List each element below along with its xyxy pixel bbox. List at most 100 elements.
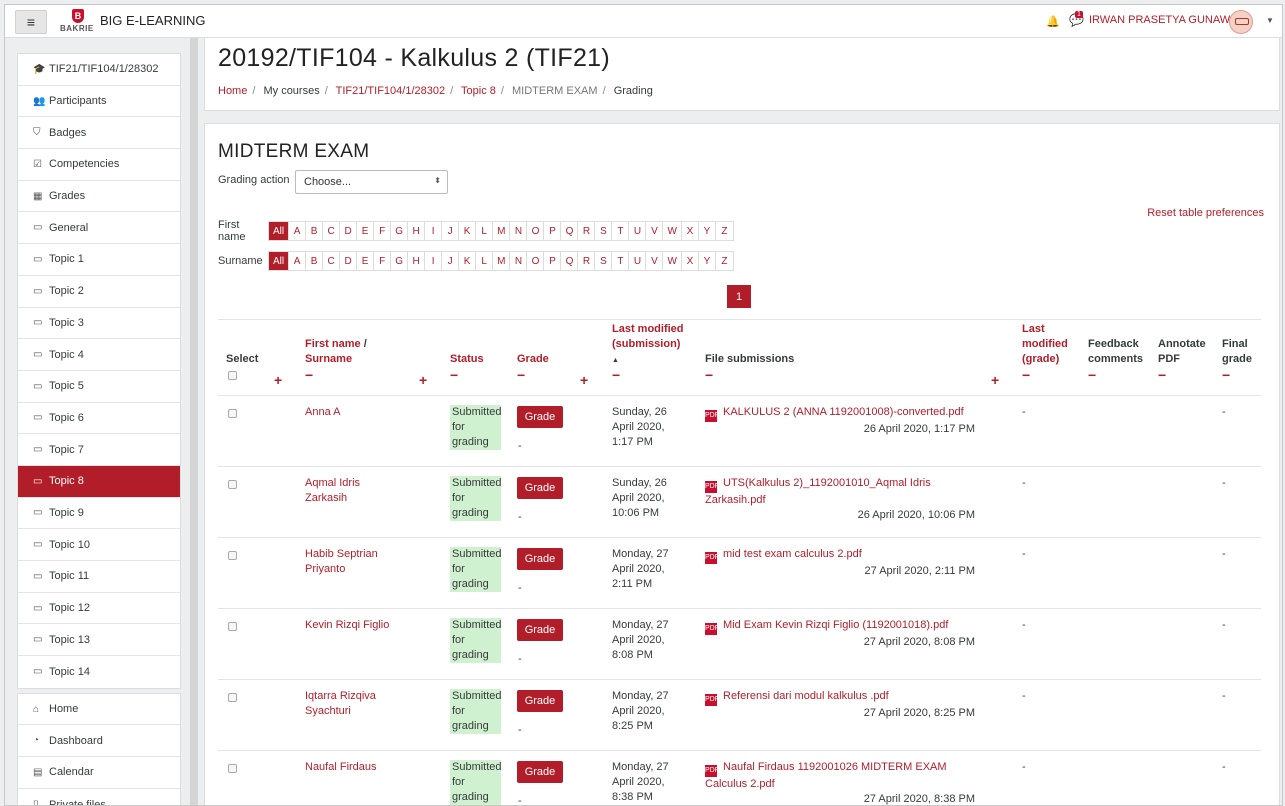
student-name-link[interactable]: Anna A (305, 405, 400, 420)
surname-letter-r[interactable]: R (578, 252, 596, 270)
message-icon[interactable]: 💬 1 (1069, 11, 1084, 27)
checkbox-box[interactable] (228, 622, 237, 631)
first-name-letter-s[interactable]: S (595, 222, 613, 240)
first-name-letter-h[interactable]: H (408, 222, 426, 240)
sidebar-item-topic-13[interactable]: ▭ Topic 13 (18, 624, 180, 657)
hamburger-icon[interactable]: ≡ (15, 10, 47, 34)
first-name-letter-z[interactable]: Z (716, 222, 733, 240)
surname-letter-z[interactable]: Z (716, 252, 733, 270)
sort-first-name-link[interactable]: First name (305, 338, 361, 350)
sidebar-item-topic-6[interactable]: ▭ Topic 6 (18, 403, 180, 435)
first-name-letter-q[interactable]: Q (561, 222, 579, 240)
expand-files-icon[interactable]: + (991, 372, 999, 388)
row-select-checkbox[interactable] (228, 408, 237, 423)
sidebar-item-topic-2[interactable]: ▭ Topic 2 (18, 276, 180, 308)
grade-button[interactable]: Grade (517, 548, 563, 570)
sidebar-item-grades[interactable]: ▦ Grades (18, 181, 180, 213)
student-name-link[interactable]: Naufal Firdaus (305, 760, 400, 775)
checkbox-box[interactable] (228, 480, 237, 489)
surname-letter-m[interactable]: M (493, 252, 511, 270)
student-name-link[interactable]: Kevin Rizqi Figlio (305, 618, 400, 633)
chevron-down-icon[interactable]: ▼ (1266, 16, 1274, 25)
surname-letter-i[interactable]: I (425, 252, 443, 270)
row-select-checkbox[interactable] (228, 550, 237, 565)
sort-grade-link[interactable]: Grade (517, 353, 549, 365)
checkbox-box[interactable] (228, 551, 237, 560)
sidebar-item-topic-7[interactable]: ▭ Topic 7 (18, 434, 180, 466)
file-link[interactable]: UTS(Kalkulus 2)_1192001010_Aqmal Idris Z… (705, 477, 931, 506)
student-name-link[interactable]: Habib Septrian Priyanto (305, 547, 400, 577)
surname-letter-t[interactable]: T (612, 252, 630, 270)
surname-letter-d[interactable]: D (340, 252, 358, 270)
student-name-link[interactable]: Iqtarra Rizqiva Syachturi (305, 689, 400, 719)
file-link[interactable]: mid test exam calculus 2.pdf (723, 548, 862, 560)
file-link[interactable]: KALKULUS 2 (ANNA 1192001008)-converted.p… (723, 406, 964, 418)
surname-letter-p[interactable]: P (544, 252, 562, 270)
first-name-letter-y[interactable]: Y (699, 222, 716, 240)
sort-last-modified-link[interactable]: Last modified (submission) (612, 323, 684, 350)
site-logo[interactable]: B BAKRIE (60, 9, 98, 35)
bell-icon[interactable]: 🔔 (1046, 15, 1060, 28)
first-name-letter-v[interactable]: V (646, 222, 664, 240)
checkbox-box[interactable] (228, 409, 237, 418)
row-select-checkbox[interactable] (228, 479, 237, 494)
row-select-checkbox[interactable] (228, 621, 237, 636)
user-name[interactable]: IRWAN PRASETYA GUNAWAN (1089, 14, 1245, 26)
surname-letter-q[interactable]: Q (561, 252, 579, 270)
first-name-letter-j[interactable]: J (442, 222, 460, 240)
first-name-letter-g[interactable]: G (391, 222, 409, 240)
row-select-checkbox[interactable] (228, 763, 237, 778)
grade-button[interactable]: Grade (517, 406, 563, 428)
sort-surname-link[interactable]: Surname (305, 353, 352, 365)
row-select-checkbox[interactable] (228, 692, 237, 707)
expand-name-icon[interactable]: + (419, 372, 427, 388)
surname-letter-x[interactable]: X (682, 252, 699, 270)
breadcrumb-assignment[interactable]: MIDTERM EXAM (512, 85, 598, 97)
surname-letter-n[interactable]: N (510, 252, 528, 270)
surname-letter-e[interactable]: E (357, 252, 375, 270)
sidebar-item-topic-8[interactable]: ▭ Topic 8 (18, 465, 180, 498)
surname-letter-f[interactable]: F (374, 252, 392, 270)
surname-letter-o[interactable]: O (527, 252, 545, 270)
surname-letter-a[interactable]: A (289, 252, 307, 270)
surname-letter-l[interactable]: L (476, 252, 494, 270)
file-link[interactable]: Naufal Firdaus 1192001026 MIDTERM EXAM C… (705, 761, 947, 790)
site-name[interactable]: BIG E-LEARNING (100, 13, 205, 28)
first-name-letter-a[interactable]: A (289, 222, 307, 240)
surname-letter-w[interactable]: W (663, 252, 682, 270)
first-name-letter-n[interactable]: N (510, 222, 528, 240)
sort-grade-modified-link[interactable]: Last modified (grade) (1022, 323, 1068, 365)
select-all-checkbox[interactable] (228, 370, 237, 385)
avatar[interactable] (1229, 10, 1253, 34)
sidebar-item-topic-1[interactable]: ▭ Topic 1 (18, 244, 180, 276)
file-link[interactable]: Referensi dari modul kalkulus .pdf (723, 690, 889, 702)
surname-letter-j[interactable]: J (442, 252, 460, 270)
sidebar-item-topic-11[interactable]: ▭ Topic 11 (18, 561, 180, 593)
sidebar-item-topic-3[interactable]: ▭ Topic 3 (18, 308, 180, 340)
first-name-letter-u[interactable]: U (629, 222, 647, 240)
sidebar-item-topic-5[interactable]: ▭ Topic 5 (18, 371, 180, 403)
first-name-letter-m[interactable]: M (493, 222, 511, 240)
sidebar-item-topic-4[interactable]: ▭ Topic 4 (18, 339, 180, 371)
sidebar-item-dashboard[interactable]: ◔ Dashboard (18, 725, 180, 758)
drawer-scrollbar[interactable] (190, 38, 198, 805)
first-name-letter-x[interactable]: X (682, 222, 699, 240)
first-name-letter-b[interactable]: B (306, 222, 324, 240)
breadcrumb-course[interactable]: TIF21/TIF104/1/28302 (336, 85, 445, 97)
grade-button[interactable]: Grade (517, 619, 563, 641)
first-name-letter-all[interactable]: All (269, 222, 290, 240)
breadcrumb-home[interactable]: Home (218, 85, 247, 97)
sidebar-item-badges[interactable]: ⛉ Badges (18, 117, 180, 150)
surname-letter-k[interactable]: K (459, 252, 477, 270)
sidebar-item-private-files[interactable]: ▯ Private files (18, 789, 180, 805)
sidebar-item-general[interactable]: ▭ General (18, 212, 180, 245)
surname-letter-c[interactable]: C (323, 252, 341, 270)
first-name-letter-r[interactable]: R (578, 222, 596, 240)
first-name-letter-p[interactable]: P (544, 222, 562, 240)
breadcrumb-topic[interactable]: Topic 8 (461, 85, 496, 97)
checkbox-box[interactable] (228, 764, 237, 773)
sidebar-item-topic-9[interactable]: ▭ Topic 9 (18, 498, 180, 530)
sidebar-item-topic-14[interactable]: ▭ Topic 14 (18, 656, 180, 688)
surname-letter-h[interactable]: H (408, 252, 426, 270)
sidebar-item-calendar[interactable]: ▤ Calendar (18, 757, 180, 789)
